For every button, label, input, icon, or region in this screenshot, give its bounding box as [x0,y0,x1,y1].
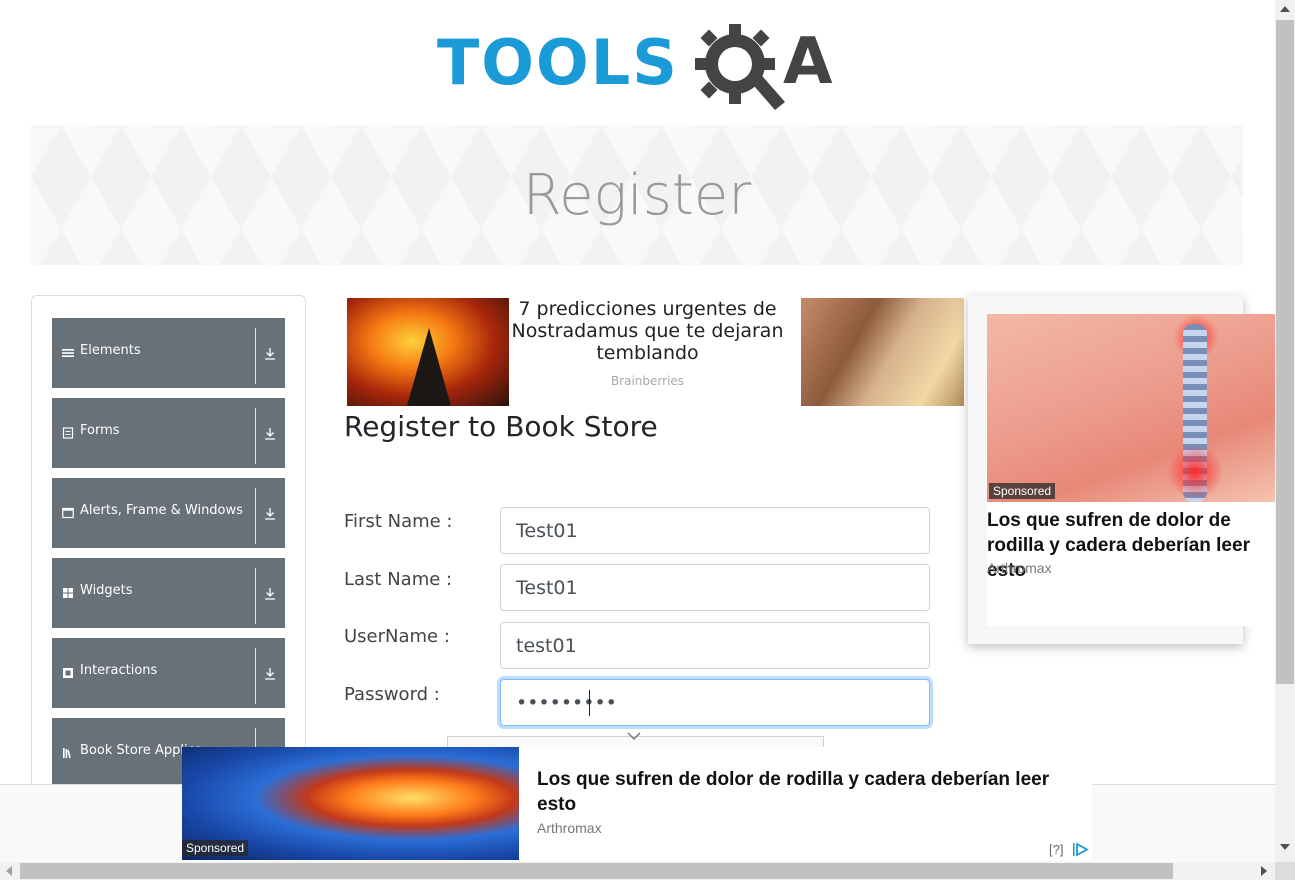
scroll-up-arrow-icon[interactable] [1280,6,1290,12]
download-arrow-icon[interactable] [263,345,277,361]
back-pain-image[interactable]: Sponsored [987,314,1275,502]
password-label: Password : [344,684,440,705]
ad-image-wizard[interactable] [347,298,509,406]
scroll-right-arrow-icon[interactable] [1261,866,1267,876]
sidebar-group-forms[interactable]: Forms [52,398,285,468]
gear-q-icon [695,24,785,110]
vertical-scrollbar[interactable] [1275,0,1295,862]
sidebar-group-label: Elements [80,343,141,358]
username-input[interactable] [500,622,930,669]
page-banner: Register [31,125,1243,265]
ad-image-couple[interactable] [801,298,964,406]
window-icon [62,507,74,519]
page-title: Register [522,163,752,228]
divider [255,568,256,624]
hamburger-icon [62,349,74,357]
toolsqa-logo[interactable]: TOOLS A [437,20,841,112]
knee-pain-image[interactable]: Sponsored [182,747,519,860]
page-viewport: TOOLS A Register Elements Forms Alerts, … [0,0,1275,862]
divider [255,648,256,704]
ad-help-link[interactable]: [?] [1049,842,1063,857]
sponsored-badge: Sponsored [989,483,1056,499]
last-name-input[interactable] [500,564,930,611]
sidebar-group-alerts[interactable]: Alerts, Frame & Windows [52,478,285,548]
last-name-label: Last Name : [344,569,453,590]
sidebar-group-label: Interactions [80,663,158,678]
first-name-label: First Name : [344,511,453,532]
scroll-down-arrow-icon[interactable] [1280,844,1290,850]
horizontal-scroll-thumb[interactable] [20,863,1173,879]
sponsored-card-inner: Sponsored Los que sufren de dolor de rod… [987,314,1275,626]
form-title: Register to Book Store [344,410,658,443]
download-arrow-icon[interactable] [263,425,277,441]
scrollbar-corner [1275,862,1295,880]
download-arrow-icon[interactable] [263,505,277,521]
interaction-icon [63,668,73,678]
sidebar-group-interactions[interactable]: Interactions [52,638,285,708]
vertical-scroll-thumb[interactable] [1276,20,1294,684]
ad-source[interactable]: Brainberries [509,374,786,388]
sidebar-group-elements[interactable]: Elements [52,318,285,388]
sidebar-group-widgets[interactable]: Widgets [52,558,285,628]
bottom-ad[interactable]: Sponsored Los que sufren de dolor de rod… [182,747,1092,860]
first-name-input[interactable] [500,507,930,554]
sidebar-group-label: Alerts, Frame & Windows [80,503,243,518]
left-panel: Elements Forms Alerts, Frame & Windows W… [31,295,306,815]
sidebar-group-label: Forms [80,423,120,438]
adchoices-icon[interactable] [1072,842,1090,857]
form-icon [62,427,74,439]
pain-glow [1167,444,1223,500]
sponsored-badge: Sponsored [182,840,249,856]
sponsored-card[interactable]: Sponsored Los que sufren de dolor de rod… [968,296,1275,644]
bottom-ad-title[interactable]: Los que sufren de dolor de rodilla y cad… [537,767,1087,817]
chevron-down-icon[interactable] [627,729,641,743]
divider [255,408,256,464]
wizard-figure [407,328,451,406]
scroll-left-arrow-icon[interactable] [6,866,12,876]
download-arrow-icon[interactable] [263,665,277,681]
ad-headline[interactable]: 7 predicciones urgentes de Nostradamus q… [509,298,786,364]
logo-a-text: A [783,25,833,99]
download-arrow-icon[interactable] [263,585,277,601]
logo-text: TOOLS [437,26,679,99]
book-icon [63,748,71,759]
text-caret [589,690,590,716]
divider [255,488,256,544]
divider [255,328,256,384]
bottom-ad-source[interactable]: Arthromax [537,820,602,836]
horizontal-scrollbar[interactable] [0,862,1275,880]
password-input[interactable] [500,679,930,726]
sidebar-group-label: Widgets [80,583,133,598]
username-label: UserName : [344,626,450,647]
grid-icon [63,588,73,598]
sponsored-card-source[interactable]: Arthromax [987,560,1052,576]
